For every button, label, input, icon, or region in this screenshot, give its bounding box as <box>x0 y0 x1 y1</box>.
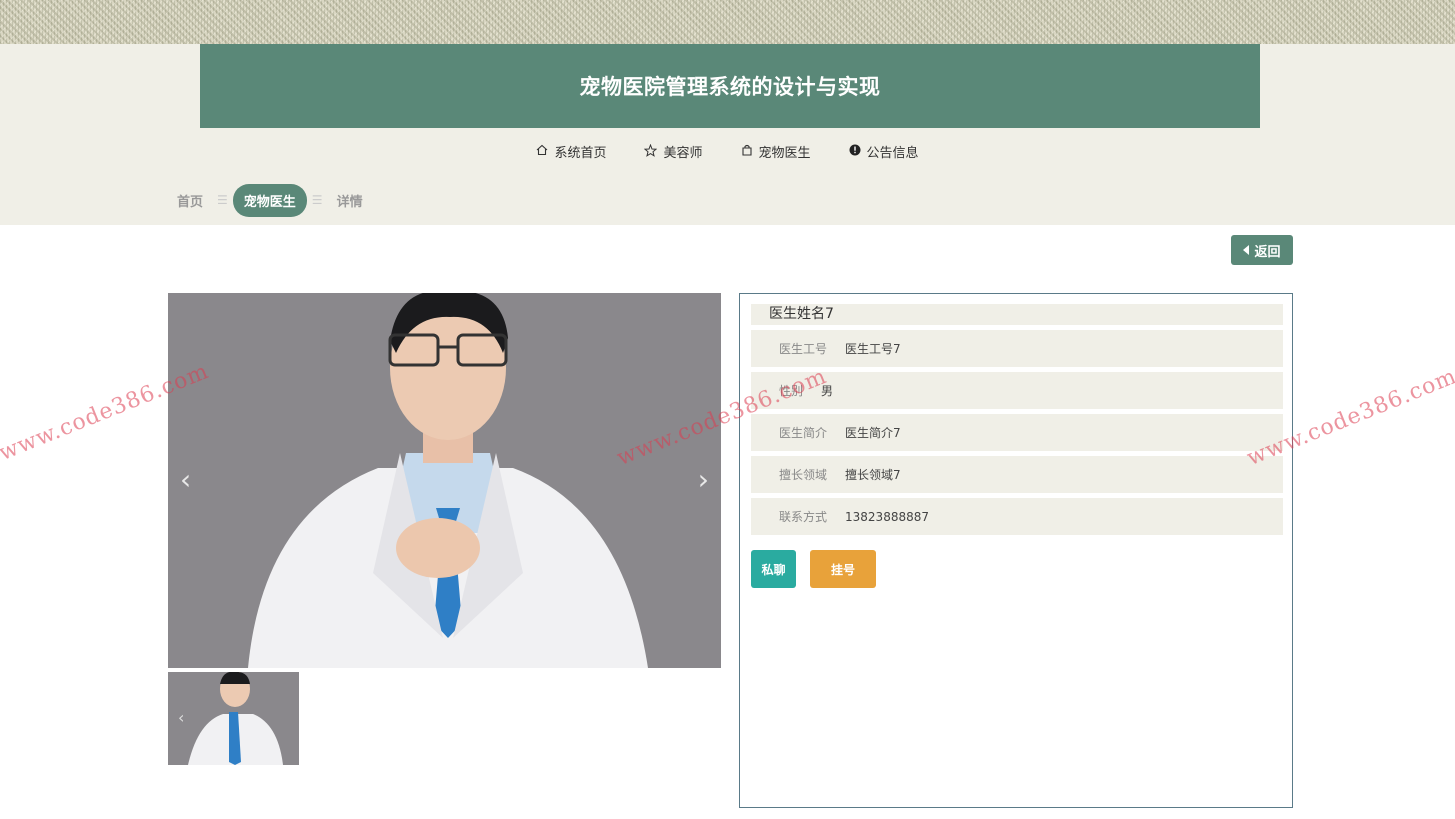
bag-icon <box>741 144 753 158</box>
nav-label: 公告信息 <box>866 145 919 161</box>
nav-item-home[interactable]: 系统首页 <box>536 142 606 161</box>
carousel-prev-icon[interactable]: ‹ <box>180 463 191 496</box>
doctor-name: 医生姓名7 <box>751 304 1283 325</box>
nav-item-notice[interactable]: 公告信息 <box>849 142 919 161</box>
image-carousel: ‹ › <box>168 293 721 668</box>
nav-label: 系统首页 <box>554 145 607 161</box>
breadcrumb-separator: ☰ <box>311 193 323 207</box>
info-row: 擅长领域 擅长领域7 <box>751 456 1283 493</box>
field-label: 医生简介 <box>779 426 828 440</box>
field-label: 医生工号 <box>779 342 828 356</box>
title-bar: 宠物医院管理系统的设计与实现 <box>200 44 1260 128</box>
doctor-photo <box>168 293 721 668</box>
breadcrumb-detail: 详情 <box>336 194 363 210</box>
field-label: 擅长领域 <box>779 468 828 482</box>
top-texture <box>0 0 1455 44</box>
page-title: 宠物医院管理系统的设计与实现 <box>579 75 881 99</box>
back-label: 返回 <box>1254 244 1281 260</box>
register-button[interactable]: 挂号 <box>810 550 876 588</box>
back-button[interactable]: 返回 <box>1231 235 1293 265</box>
info-row: 医生工号 医生工号7 <box>751 330 1283 367</box>
field-value: 擅长领域7 <box>845 468 901 482</box>
breadcrumb: 首页 ☰ 宠物医生 ☰ 详情 <box>168 183 372 217</box>
info-row: 联系方式 13823888887 <box>751 498 1283 535</box>
breadcrumb-home[interactable]: 首页 <box>168 191 212 210</box>
field-value: 13823888887 <box>845 509 929 524</box>
field-value: 医生简介7 <box>845 426 901 440</box>
field-value: 医生工号7 <box>845 342 901 356</box>
nav-item-doctor[interactable]: 宠物医生 <box>741 142 811 161</box>
thumbnail-prev-icon[interactable]: ‹ <box>178 708 184 727</box>
info-row: 性别 男 <box>751 372 1283 409</box>
field-label: 联系方式 <box>779 510 828 524</box>
nav-label: 宠物医生 <box>758 145 811 161</box>
info-row: 医生简介 医生简介7 <box>751 414 1283 451</box>
home-icon <box>536 144 548 158</box>
star-icon <box>644 143 658 159</box>
nav-item-groomer[interactable]: 美容师 <box>644 142 703 161</box>
doctor-thumbnail-photo <box>168 672 299 765</box>
chat-button[interactable]: 私聊 <box>751 550 796 588</box>
breadcrumb-current[interactable]: 宠物医生 <box>232 183 307 217</box>
back-arrow-icon <box>1243 245 1250 255</box>
carousel-thumbnail[interactable]: ‹ <box>168 672 299 765</box>
breadcrumb-separator: ☰ <box>217 193 228 207</box>
main-nav: 系统首页 美容师 宠物医生 公告信息 <box>0 140 1455 162</box>
info-icon <box>849 144 861 158</box>
carousel-next-icon[interactable]: › <box>698 463 709 496</box>
nav-label: 美容师 <box>663 145 703 161</box>
